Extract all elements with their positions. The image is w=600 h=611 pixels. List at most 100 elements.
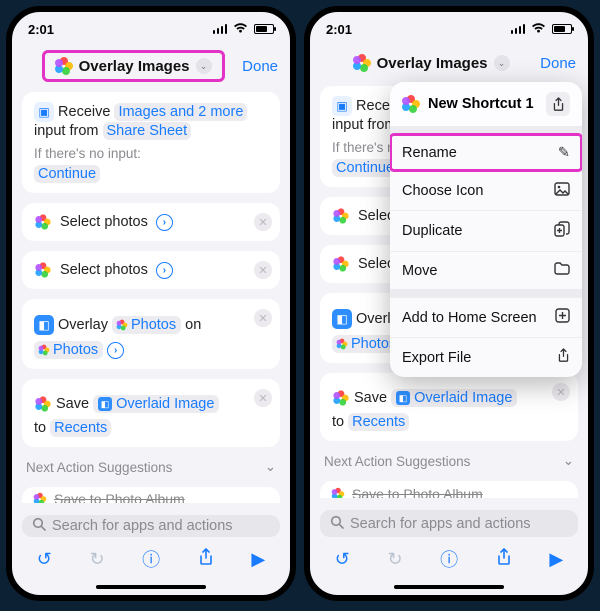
status-bar: 2:01: [310, 12, 588, 46]
shortcut-title: Overlay Images: [377, 55, 488, 72]
suggestion-cut[interactable]: Save to Photo Album: [22, 487, 280, 503]
overlay-result-icon: ◧: [396, 391, 410, 405]
suggestion-cut[interactable]: Save to Photo Album: [320, 481, 578, 498]
chevron-down-icon: ⌄: [494, 55, 510, 71]
disclosure-icon[interactable]: ›: [156, 214, 173, 231]
next-action-suggestions[interactable]: Next Action Suggestions ⌄: [320, 451, 578, 471]
clock: 2:01: [326, 22, 352, 37]
menu-add-homescreen[interactable]: Add to Home Screen: [390, 297, 582, 337]
search-field[interactable]: Search for apps and actions: [320, 510, 578, 537]
search-icon: [330, 515, 344, 533]
receive-input-card[interactable]: ▣ Receive Images and 2 more input from S…: [22, 92, 280, 193]
shortcut-title-button[interactable]: Overlay Images ⌄: [343, 50, 520, 76]
input-types-link[interactable]: Images and 2 more: [114, 103, 247, 121]
menu-export-file[interactable]: Export File: [390, 337, 582, 377]
info-button[interactable]: ⓘ: [440, 546, 458, 572]
remove-step-button[interactable]: ✕: [552, 383, 570, 401]
chevron-down-icon: ⌄: [563, 453, 574, 469]
disclosure-icon[interactable]: ›: [156, 262, 173, 279]
photos-app-icon: [35, 396, 50, 411]
chevron-down-icon: ⌄: [196, 58, 212, 74]
save-step[interactable]: ✕ Save ◧ Overlaid Image to Recents: [22, 379, 280, 447]
word-to: to: [34, 420, 46, 436]
input-icon: ▣: [332, 96, 352, 116]
overlay-icon: ◧: [34, 315, 54, 335]
shortcuts-app-icon: [353, 54, 371, 72]
pencil-icon: ✎: [558, 145, 570, 161]
status-bar: 2:01: [12, 12, 290, 46]
photos-app-icon: [333, 390, 348, 405]
clock: 2:01: [28, 22, 54, 37]
save-label: Save: [354, 390, 387, 406]
share-sheet-link[interactable]: Share Sheet: [103, 122, 192, 140]
word-input-from: input from: [332, 117, 396, 133]
title-bar: Overlay Images ⌄ Done: [12, 46, 290, 92]
redo-button: ↻: [89, 549, 104, 570]
share-button[interactable]: [496, 548, 512, 571]
home-indicator: [96, 585, 206, 589]
save-album[interactable]: Recents: [348, 413, 409, 431]
run-button[interactable]: ▶: [549, 549, 563, 570]
remove-step-button[interactable]: ✕: [254, 309, 272, 327]
duplicate-icon: [554, 221, 570, 241]
shortcuts-app-icon: [402, 95, 420, 113]
menu-rename[interactable]: Rename ✎: [390, 134, 582, 171]
save-label: Save: [56, 396, 89, 412]
save-source[interactable]: ◧ Overlaid Image: [93, 395, 219, 413]
cellular-icon: [511, 24, 525, 34]
save-source[interactable]: ◧ Overlaid Image: [391, 389, 517, 407]
disclosure-icon[interactable]: ›: [107, 342, 124, 359]
select-photos-step-1[interactable]: Select photos › ✕: [22, 203, 280, 241]
shortcut-title: Overlay Images: [79, 58, 190, 75]
shortcut-title-button[interactable]: Overlay Images ⌄: [42, 50, 225, 82]
separator: [390, 289, 582, 297]
cellular-icon: [213, 24, 227, 34]
share-up-icon: [557, 348, 570, 367]
bottom-toolbar: ↺ ↻ ⓘ ▶: [12, 537, 290, 581]
continue-option[interactable]: Continue: [34, 165, 100, 183]
search-icon: [32, 517, 46, 535]
bottom-toolbar: ↺ ↻ ⓘ ▶: [310, 537, 588, 581]
run-button[interactable]: ▶: [251, 549, 265, 570]
remove-step-button[interactable]: ✕: [254, 213, 272, 231]
overlay-result-icon: ◧: [98, 397, 112, 411]
photos-app-icon: [39, 345, 50, 356]
overlay-source[interactable]: Photos: [112, 316, 181, 334]
menu-duplicate[interactable]: Duplicate: [390, 210, 582, 251]
overlay-step[interactable]: ✕ ◧ Overlay Photos on Photos ›: [22, 299, 280, 369]
continue-option[interactable]: Continue: [332, 159, 398, 177]
menu-move[interactable]: Move: [390, 251, 582, 289]
menu-choose-icon[interactable]: Choose Icon: [390, 171, 582, 210]
save-album[interactable]: Recents: [50, 419, 111, 437]
popover-title: New Shortcut 1: [428, 96, 534, 112]
undo-button[interactable]: ↺: [335, 549, 350, 570]
wifi-icon: [233, 22, 248, 37]
chevron-down-icon: ⌄: [265, 459, 276, 475]
word-on: on: [185, 317, 201, 333]
title-bar: Overlay Images ⌄ Done: [310, 46, 588, 86]
word-receive: Receive: [58, 104, 110, 120]
popover-share-button[interactable]: [546, 92, 570, 116]
search-placeholder: Search for apps and actions: [350, 516, 531, 532]
done-button[interactable]: Done: [540, 55, 576, 72]
word-input-from: input from: [34, 123, 98, 139]
plus-box-icon: [555, 308, 570, 327]
remove-step-button[interactable]: ✕: [254, 261, 272, 279]
next-action-suggestions[interactable]: Next Action Suggestions ⌄: [22, 457, 280, 477]
remove-step-button[interactable]: ✕: [254, 389, 272, 407]
separator: [390, 126, 582, 134]
wifi-icon: [531, 22, 546, 37]
info-button[interactable]: ⓘ: [142, 546, 160, 572]
search-placeholder: Search for apps and actions: [52, 518, 233, 534]
input-icon: ▣: [34, 102, 54, 122]
overlay-target[interactable]: Photos: [34, 341, 103, 359]
undo-button[interactable]: ↺: [37, 549, 52, 570]
image-icon: [554, 182, 570, 200]
done-button[interactable]: Done: [242, 58, 278, 75]
share-button[interactable]: [198, 548, 214, 571]
search-field[interactable]: Search for apps and actions: [22, 515, 280, 537]
save-step[interactable]: ✕ Save ◧ Overlaid Image to Recents: [320, 373, 578, 441]
folder-icon: [554, 262, 570, 279]
photos-app-icon: [34, 493, 47, 503]
select-photos-step-2[interactable]: Select photos › ✕: [22, 251, 280, 289]
